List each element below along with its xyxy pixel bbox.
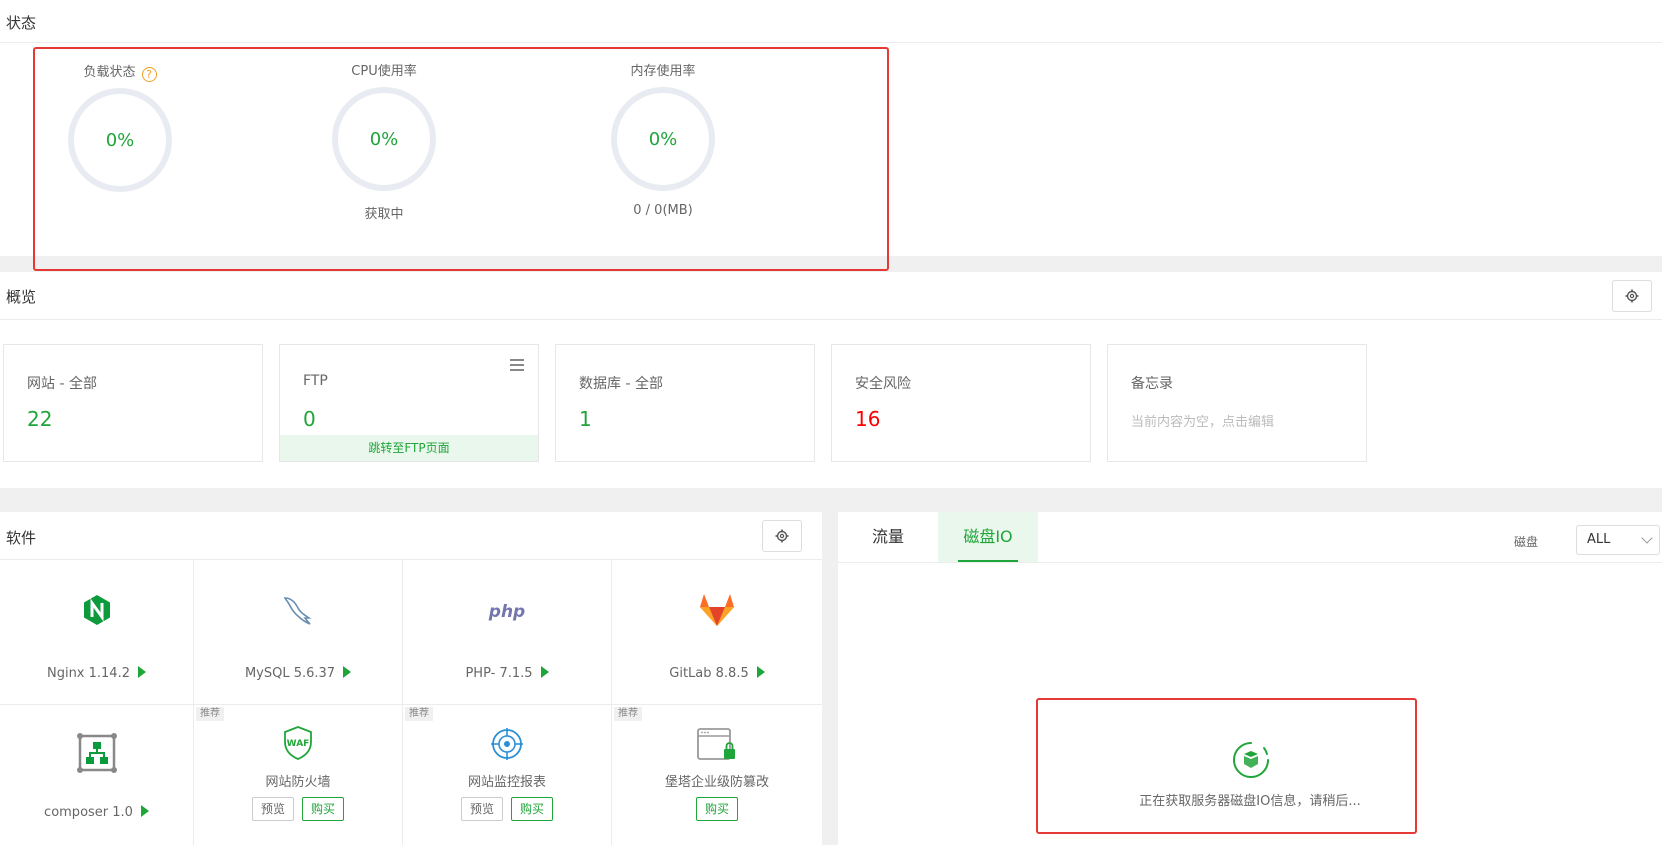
play-icon[interactable] [138, 666, 146, 678]
card-security-risk-label: 安全风险 [855, 376, 911, 392]
card-memo[interactable]: 备忘录 当前内容为空，点击编辑 [1107, 344, 1367, 462]
gauge-load-ring: 0% [68, 88, 172, 192]
browser-lock-icon [697, 728, 735, 760]
software-panel: 软件 Nginx 1.14.2 MySQL 5.6.37 php PHP- 7.… [0, 512, 822, 845]
software-name: PHP- 7.1.5 [465, 666, 533, 681]
card-websites-value[interactable]: 22 [27, 407, 52, 431]
card-databases-label: 数据库 - 全部 [579, 376, 663, 392]
software-name: composer 1.0 [44, 805, 133, 820]
chevron-down-icon [1641, 532, 1653, 544]
overview-settings-button[interactable] [1612, 280, 1652, 312]
recommended-tag: 推荐 [196, 707, 224, 721]
card-databases[interactable]: 数据库 - 全部 1 [555, 344, 815, 462]
software-item-mysql[interactable]: MySQL 5.6.37 [194, 560, 403, 705]
mysql-dolphin-icon [283, 597, 312, 625]
gauge-memory-label: 内存使用率 [630, 64, 696, 79]
disk-select-value: ALL [1587, 532, 1611, 547]
gauge-memory[interactable]: 内存使用率 0% 0 / 0(MB) [593, 63, 733, 218]
menu-icon[interactable] [510, 359, 524, 371]
card-websites-label: 网站 - 全部 [27, 376, 97, 392]
gear-icon [775, 529, 789, 543]
software-settings-button[interactable] [762, 520, 802, 552]
card-security-risk[interactable]: 安全风险 16 [831, 344, 1091, 462]
loading-spinner-icon [1233, 742, 1269, 778]
software-item-nginx[interactable]: Nginx 1.14.2 [0, 560, 194, 705]
gear-icon [1625, 289, 1639, 303]
card-ftp-label: FTP [303, 373, 328, 389]
software-name: GitLab 8.8.5 [669, 666, 749, 681]
preview-button[interactable]: 预览 [251, 797, 294, 821]
gitlab-icon [700, 594, 734, 626]
gauge-memory-sub: 0 / 0(MB) [633, 203, 693, 218]
buy-button[interactable]: 购买 [302, 797, 345, 821]
gauge-load-label: 负载状态 [83, 65, 136, 80]
software-item-php[interactable]: php PHP- 7.1.5 [403, 560, 612, 705]
gauge-cpu-value: 0% [369, 128, 399, 150]
gauge-cpu-label: CPU使用率 [351, 64, 417, 79]
composer-icon [76, 733, 117, 773]
overview-title: 概览 [6, 288, 37, 306]
software-item-waf[interactable]: 推荐 WAF 网站防火墙 预览 购买 [194, 705, 403, 845]
play-icon[interactable] [343, 666, 352, 678]
software-item-tamper-proof[interactable]: 推荐 堡塔企业级防篡改 购买 [612, 705, 822, 845]
disk-select[interactable]: ALL [1576, 525, 1660, 555]
status-title: 状态 [6, 14, 37, 32]
software-name: 网站监控报表 [467, 775, 546, 790]
card-memo-placeholder[interactable]: 当前内容为空，点击编辑 [1131, 411, 1274, 430]
software-name: 堡塔企业级防篡改 [664, 775, 769, 790]
recommended-tag: 推荐 [405, 707, 433, 721]
buy-button[interactable]: 购买 [511, 797, 554, 821]
gauge-load[interactable]: 负载状态? 0% [50, 64, 190, 192]
software-title: 软件 [6, 529, 37, 547]
php-icon: php [488, 602, 526, 622]
gauge-memory-ring: 0% [611, 87, 715, 191]
card-ftp[interactable]: FTP 0 跳转至FTP页面 [279, 344, 539, 462]
card-ftp-value[interactable]: 0 [303, 407, 316, 431]
card-databases-value[interactable]: 1 [579, 407, 592, 431]
tab-disk-io[interactable]: 磁盘IO [938, 512, 1038, 562]
overview-panel: 概览 网站 - 全部 22 FTP 0 跳转至FTP页面 数据库 - 全部 1 … [0, 272, 1662, 488]
card-memo-label: 备忘录 [1131, 376, 1173, 392]
divider [0, 319, 1662, 320]
tab-traffic-label: 流量 [871, 527, 904, 546]
gauge-cpu-ring: 0% [332, 87, 436, 191]
gauge-memory-value: 0% [648, 128, 678, 150]
gauge-cpu[interactable]: CPU使用率 0% 获取中 [314, 63, 454, 222]
help-icon[interactable]: ? [141, 67, 157, 82]
status-panel: 状态 负载状态? 0% CPU使用率 0% 获取中 内存使用率 0% 0 / 0… [0, 0, 1662, 256]
tab-traffic[interactable]: 流量 [838, 512, 938, 562]
software-item-gitlab[interactable]: GitLab 8.8.5 [612, 560, 822, 705]
nginx-icon [83, 595, 110, 625]
software-item-composer[interactable]: composer 1.0 [0, 705, 194, 845]
gauge-load-value: 0% [105, 129, 135, 151]
software-name: Nginx 1.14.2 [46, 666, 130, 681]
tab-disk-io-label: 磁盘IO [963, 527, 1013, 546]
software-name: 网站防火墙 [265, 775, 331, 790]
recommended-tag: 推荐 [614, 707, 642, 721]
waf-icon-label: WAF [286, 739, 310, 749]
ftp-page-link[interactable]: 跳转至FTP页面 [280, 435, 538, 461]
io-panel: 流量 磁盘IO 磁盘 ALL 正在获取服务器磁盘IO信息，请稍后... [838, 512, 1662, 845]
software-name: MySQL 5.6.37 [244, 666, 336, 681]
play-icon[interactable] [140, 805, 149, 817]
loading-text: 正在获取服务器磁盘IO信息，请稍后... [1139, 794, 1361, 809]
card-websites[interactable]: 网站 - 全部 22 [3, 344, 263, 462]
divider [838, 562, 1662, 563]
play-icon[interactable] [756, 666, 765, 678]
play-icon[interactable] [540, 666, 549, 678]
gauge-cpu-sub: 获取中 [364, 207, 404, 222]
software-item-site-monitor[interactable]: 推荐 网站监控报表 预览 购买 [403, 705, 612, 845]
disk-label: 磁盘 [1513, 535, 1538, 549]
preview-button[interactable]: 预览 [460, 797, 503, 821]
divider [0, 42, 1662, 43]
target-icon [491, 728, 523, 760]
card-security-risk-value[interactable]: 16 [855, 407, 880, 431]
buy-button[interactable]: 购买 [695, 797, 738, 821]
